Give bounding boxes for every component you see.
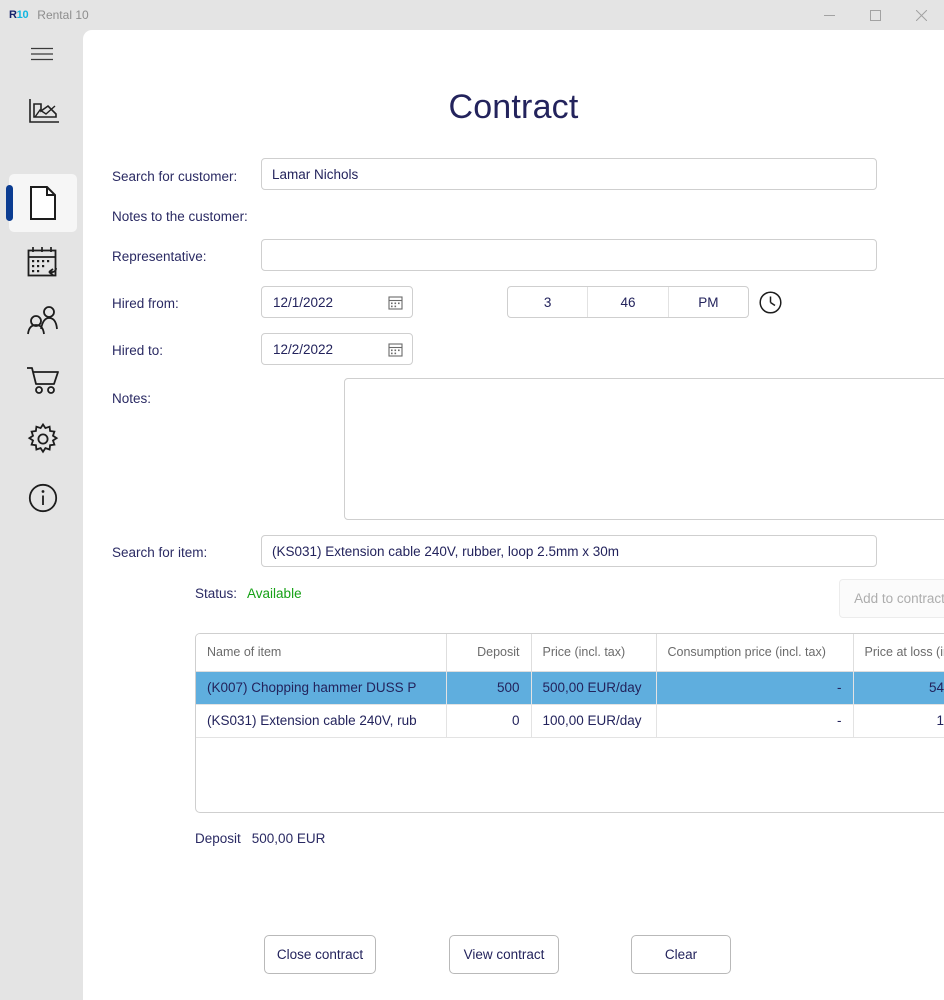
clear-button[interactable]: Clear bbox=[631, 935, 731, 974]
column-header-price[interactable]: Price (incl. tax) bbox=[531, 634, 656, 671]
status-row: Status: Available bbox=[195, 586, 302, 601]
cell-price-at-loss: 54 450,0 bbox=[853, 671, 944, 704]
sidebar-item-returns[interactable] bbox=[9, 233, 77, 291]
deposit-label: Deposit bbox=[195, 831, 241, 846]
info-icon bbox=[28, 483, 58, 513]
gear-icon bbox=[27, 423, 59, 455]
hamburger-menu-button[interactable] bbox=[0, 30, 83, 78]
notes-textarea[interactable] bbox=[344, 378, 944, 520]
column-header-name[interactable]: Name of item bbox=[196, 634, 446, 671]
customer-label: Search for customer: bbox=[112, 169, 237, 184]
clock-icon bbox=[759, 291, 782, 314]
title-bar: R10 Rental 10 bbox=[0, 0, 944, 30]
table-header: Name of item Deposit Price (incl. tax) C… bbox=[196, 634, 944, 671]
shopping-cart-icon bbox=[26, 365, 60, 395]
view-contract-button[interactable]: View contract bbox=[449, 935, 559, 974]
window-controls bbox=[806, 0, 944, 30]
page-title: Contract bbox=[83, 88, 944, 127]
cell-consumption-price: - bbox=[656, 671, 853, 704]
document-icon bbox=[29, 186, 57, 220]
close-button[interactable] bbox=[898, 0, 944, 30]
column-header-deposit[interactable]: Deposit bbox=[446, 634, 531, 671]
hamburger-menu-icon bbox=[31, 47, 53, 61]
maximize-button[interactable] bbox=[852, 0, 898, 30]
minimize-icon bbox=[824, 10, 835, 21]
calendar-icon bbox=[388, 342, 403, 357]
sidebar-item-customers[interactable] bbox=[9, 292, 77, 350]
representative-label: Representative: bbox=[112, 249, 207, 264]
application-window: R10 Rental 10 bbox=[0, 0, 944, 1000]
notes-label: Notes: bbox=[112, 391, 151, 406]
close-contract-button[interactable]: Close contract bbox=[264, 935, 376, 974]
contract-items-grid[interactable]: Name of item Deposit Price (incl. tax) C… bbox=[195, 633, 944, 813]
table-row[interactable]: (KS031) Extension cable 240V, rub 0 100,… bbox=[196, 704, 944, 737]
hired-to-label: Hired to: bbox=[112, 343, 163, 358]
add-to-contract-button[interactable]: Add to contract bbox=[839, 579, 944, 618]
chart-area-icon bbox=[26, 97, 60, 127]
app-logo-r: R bbox=[9, 9, 17, 21]
column-header-consumption-price[interactable]: Consumption price (incl. tax) bbox=[656, 634, 853, 671]
column-header-price-at-loss[interactable]: Price at loss (incl. tax) bbox=[853, 634, 944, 671]
time-minute-spinner[interactable]: 46 bbox=[588, 287, 668, 317]
sidebar-item-about[interactable] bbox=[9, 469, 77, 527]
sidebar-item-items[interactable] bbox=[9, 351, 77, 409]
cell-item-name: (K007) Chopping hammer DUSS P bbox=[196, 671, 446, 704]
customer-notes-label: Notes to the customer: bbox=[112, 209, 248, 224]
sidebar bbox=[0, 30, 83, 1000]
table-header-row: Name of item Deposit Price (incl. tax) C… bbox=[196, 634, 944, 671]
time-meridiem-spinner[interactable]: PM bbox=[669, 287, 748, 317]
item-search-input[interactable]: (KS031) Extension cable 240V, rubber, lo… bbox=[261, 535, 877, 567]
hired-from-label: Hired from: bbox=[112, 296, 179, 311]
cell-consumption-price: - bbox=[656, 704, 853, 737]
sidebar-item-contract[interactable] bbox=[9, 174, 77, 232]
cell-item-name: (KS031) Extension cable 240V, rub bbox=[196, 704, 446, 737]
cell-price-at-loss: 1 500,0 bbox=[853, 704, 944, 737]
table-row[interactable]: (K007) Chopping hammer DUSS P 500 500,00… bbox=[196, 671, 944, 704]
cell-deposit: 500 bbox=[446, 671, 531, 704]
item-label: Search for item: bbox=[112, 545, 207, 560]
hired-from-time-group[interactable]: 3 46 PM bbox=[507, 286, 749, 318]
cell-price: 100,00 EUR/day bbox=[531, 704, 656, 737]
status-badge: Available bbox=[247, 586, 302, 601]
time-hour-spinner[interactable]: 3 bbox=[508, 287, 588, 317]
hired-from-date-value: 12/1/2022 bbox=[273, 295, 333, 310]
deposit-summary: Deposit 500,00 EUR bbox=[195, 831, 325, 846]
contract-items-table: Name of item Deposit Price (incl. tax) C… bbox=[196, 634, 944, 738]
hired-to-date-input[interactable]: 12/2/2022 bbox=[261, 333, 413, 365]
cell-deposit: 0 bbox=[446, 704, 531, 737]
app-title: Rental 10 bbox=[37, 8, 88, 22]
minimize-button[interactable] bbox=[806, 0, 852, 30]
app-logo-ten: 10 bbox=[17, 9, 29, 21]
selection-indicator bbox=[6, 185, 13, 221]
sidebar-item-dashboard[interactable] bbox=[9, 83, 77, 141]
main-panel: Contract Search for customer: Lamar Nich… bbox=[83, 30, 944, 1000]
maximize-icon bbox=[870, 10, 881, 21]
hired-from-date-input[interactable]: 12/1/2022 bbox=[261, 286, 413, 318]
table-body: (K007) Chopping hammer DUSS P 500 500,00… bbox=[196, 671, 944, 737]
hired-to-date-value: 12/2/2022 bbox=[273, 342, 333, 357]
people-icon bbox=[26, 306, 60, 336]
sidebar-item-settings[interactable] bbox=[9, 410, 77, 468]
cell-price: 500,00 EUR/day bbox=[531, 671, 656, 704]
representative-input[interactable] bbox=[261, 239, 877, 271]
deposit-value: 500,00 EUR bbox=[252, 831, 326, 846]
customer-search-input[interactable]: Lamar Nichols bbox=[261, 158, 877, 190]
calendar-return-icon bbox=[26, 246, 60, 278]
close-icon bbox=[916, 10, 927, 21]
calendar-icon bbox=[388, 295, 403, 310]
status-label: Status: bbox=[195, 586, 237, 601]
app-logo: R10 bbox=[9, 9, 28, 21]
